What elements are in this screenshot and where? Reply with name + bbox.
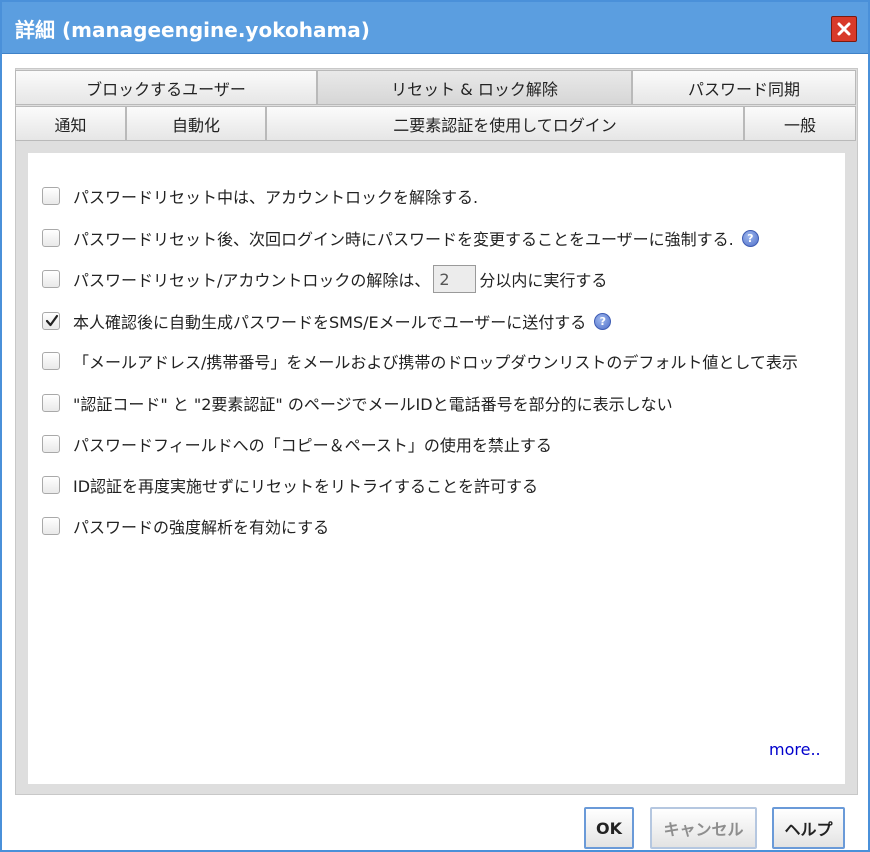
tab-label: 二要素認証を使用してログイン [393, 115, 617, 135]
option-block-copy-paste: パスワードフィールドへの「コピー＆ペースト」の使用を禁止する [42, 431, 552, 457]
option-checkbox[interactable] [42, 476, 60, 494]
option-label-after: 分以内に実行する [479, 271, 608, 290]
option-mask-email-phone: "認証コード" と "2要素認証" のページでメールIDと電話番号を部分的に表示… [42, 390, 673, 416]
option-checkbox[interactable] [42, 517, 60, 535]
close-icon [837, 22, 851, 36]
tab-label: リセット & ロック解除 [391, 79, 558, 99]
details-dialog: 詳細 (manageengine.yokohama) ブロックするユーザー リセ… [0, 0, 870, 852]
option-password-strength: パスワードの強度解析を有効にする [42, 513, 329, 539]
option-checkbox[interactable] [42, 270, 60, 288]
tab-automation[interactable]: 自動化 [126, 106, 266, 141]
option-label: ID認証を再度実施せずにリセットをリトライすることを許可する [73, 477, 539, 496]
title-bar: 詳細 (manageengine.yokohama) [2, 2, 868, 54]
dialog-title: 詳細 (manageengine.yokohama) [15, 18, 370, 42]
minutes-input[interactable] [433, 265, 477, 293]
tab-reset-unlock[interactable]: リセット & ロック解除 [317, 70, 632, 105]
option-checkbox[interactable] [42, 352, 60, 370]
help-icon[interactable]: ? [741, 229, 759, 247]
tab-label: パスワード同期 [687, 79, 800, 99]
more-link[interactable]: more.. [769, 740, 821, 759]
help-button[interactable]: ヘルプ [772, 807, 845, 849]
option-label: パスワードリセット後、次回ログイン時にパスワードを変更することをユーザーに強制す… [73, 230, 734, 249]
option-checkbox-checked[interactable] [42, 312, 60, 330]
tab-label: ブロックするユーザー [86, 79, 246, 99]
option-label: 本人確認後に自動生成パスワードをSMS/Eメールでユーザーに送付する [73, 313, 587, 332]
tab-label: 通知 [54, 115, 87, 135]
option-unlock-during-reset: パスワードリセット中は、アカウントロックを解除する. [42, 183, 478, 209]
option-unlock-timeout: パスワードリセット/アカウントロックの解除は、 分以内に実行する [42, 265, 608, 293]
option-default-dropdown-display: 「メールアドレス/携帯番号」をメールおよび携帯のドロップダウンリストのデフォルト… [42, 348, 798, 374]
ok-button[interactable]: OK [584, 807, 634, 849]
tab-label: 一般 [783, 115, 816, 135]
help-icon[interactable]: ? [594, 312, 612, 330]
option-checkbox[interactable] [42, 229, 60, 247]
tab-label: 自動化 [171, 115, 220, 135]
option-send-generated-password: 本人確認後に自動生成パスワードをSMS/Eメールでユーザーに送付する ? [42, 308, 612, 334]
option-checkbox[interactable] [42, 435, 60, 453]
tab-two-factor-login[interactable]: 二要素認証を使用してログイン [266, 106, 744, 141]
checkmark-icon [45, 314, 59, 327]
option-label: "認証コード" と "2要素認証" のページでメールIDと電話番号を部分的に表示… [73, 395, 673, 414]
close-button[interactable] [831, 16, 857, 42]
option-checkbox[interactable] [42, 187, 60, 205]
option-label: パスワードの強度解析を有効にする [73, 518, 330, 537]
tab-general[interactable]: 一般 [744, 106, 856, 141]
option-label: パスワードリセット中は、アカウントロックを解除する. [73, 188, 479, 207]
option-label-before: パスワードリセット/アカウントロックの解除は、 [73, 271, 431, 290]
option-label: 「メールアドレス/携帯番号」をメールおよび携帯のドロップダウンリストのデフォルト… [73, 353, 798, 372]
option-checkbox[interactable] [42, 394, 60, 412]
option-label: パスワードフィールドへの「コピー＆ペースト」の使用を禁止する [73, 436, 552, 455]
option-retry-without-reverify: ID認証を再度実施せずにリセットをリトライすることを許可する [42, 472, 538, 498]
tab-password-sync[interactable]: パスワード同期 [632, 70, 856, 105]
cancel-button[interactable]: キャンセル [650, 807, 757, 849]
option-force-change-after-reset: パスワードリセット後、次回ログイン時にパスワードを変更することをユーザーに強制す… [42, 225, 759, 251]
tab-blocked-users[interactable]: ブロックするユーザー [15, 70, 317, 105]
tab-notification[interactable]: 通知 [15, 106, 126, 141]
